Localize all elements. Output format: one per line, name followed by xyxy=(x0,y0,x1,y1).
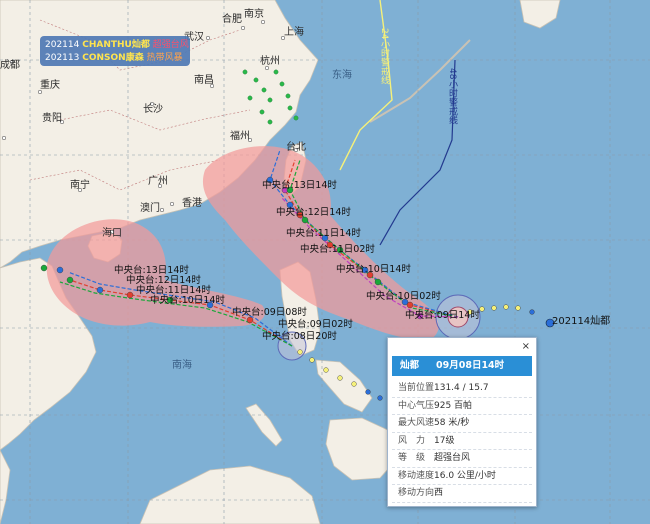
popup-row-key: 等 级 xyxy=(398,453,426,463)
city-taibei: 台北 xyxy=(286,140,306,153)
popup-header: 灿都 09月08日14时 xyxy=(392,356,532,376)
japan-land xyxy=(519,0,561,29)
visayas-islands xyxy=(315,359,373,413)
fc-label-3: 中央台:11日14时 xyxy=(286,227,361,239)
popup-detail-list: 当前位置 131.4 / 15.7 中心气压 925 百帕 最大风速 58 米/秒 风… xyxy=(392,380,532,503)
popup-typhoon-name: 灿都 xyxy=(400,360,420,371)
legend-name-conson: CONSON康森 xyxy=(82,53,144,63)
storm-tag-chanthu[interactable]: 202114灿都 xyxy=(552,312,610,327)
chanthu-past-track xyxy=(467,304,555,328)
popup-row-value: 925 百帕 xyxy=(434,400,473,411)
popup-row-key: 中心气压 xyxy=(398,400,435,411)
fc-label-2: 中央台:12日14时 xyxy=(276,206,351,218)
popup-row-key: 当前位置 xyxy=(398,383,435,393)
legend-id-conson: 202113 xyxy=(45,53,80,63)
fc-label-9: 中央台:08日20时 xyxy=(262,330,337,342)
typhoon-map[interactable]: 合肥 南京 上海 武汉 成都 杭州 南昌 重庆 长沙 贵阳 福州 台北 广州 南… xyxy=(0,0,650,524)
city-nanchang: 南昌 xyxy=(194,73,214,86)
city-nanning: 南宁 xyxy=(70,178,90,191)
popup-row-value: 超强台风 xyxy=(434,453,471,463)
fc-label-5: 中央台:10日14时 xyxy=(336,263,411,275)
popup-row: 风 力 17级 xyxy=(392,433,532,450)
city-aomen: 澳门 xyxy=(140,201,160,214)
legend-level-chanthu: 超强台风 xyxy=(152,40,189,50)
typhoon-info-popup: × 灿都 09月08日14时 当前位置 131.4 / 15.7 中心气压 925 … xyxy=(387,337,537,507)
legend-row-conson[interactable]: 202113 CONSON康森 热带风暴 xyxy=(45,52,185,65)
warning-line-24h xyxy=(339,0,393,171)
fc-label-8: 中央台:09日02时 xyxy=(278,318,353,330)
city-chengdu: 成都 xyxy=(0,59,20,71)
popup-row: 中心气压 925 百帕 xyxy=(392,398,532,415)
fc-label-7: 中央台:09日14时 xyxy=(405,309,480,321)
city-shanghai: 上海 xyxy=(284,25,304,38)
close-icon[interactable]: × xyxy=(522,341,530,352)
fc-label-4: 中央台:11日02时 xyxy=(300,243,375,255)
sea-donghai: 东海 xyxy=(332,68,352,81)
popup-row: 当前位置 131.4 / 15.7 xyxy=(392,380,532,398)
city-haikou: 海口 xyxy=(102,226,122,239)
fc-label-14: 中央台:10日14时 xyxy=(150,294,225,306)
fc-label-10: 中央台:09日08时 xyxy=(232,306,307,318)
popup-row-value: 西 xyxy=(434,488,444,498)
city-xianggang: 香港 xyxy=(182,197,202,209)
popup-row-value: 58 米/秒 xyxy=(434,418,470,428)
city-chongqing: 重庆 xyxy=(40,78,60,91)
popup-row-key: 移动方向 xyxy=(398,488,435,498)
warning-label-48h: 48小时警戒线 xyxy=(447,68,458,124)
popup-row-value: 131.4 / 15.7 xyxy=(434,383,489,393)
legend-level-conson: 热带风暴 xyxy=(146,53,183,63)
city-nanjing: 南京 xyxy=(244,7,264,20)
city-guangzhou: 广州 xyxy=(148,175,168,187)
fc-label-6: 中央台:10日02时 xyxy=(366,290,441,302)
popup-row: 等 级超强台风 xyxy=(392,450,532,468)
legend-name-chanthu: CHANTHU灿都 xyxy=(82,40,150,50)
map-canvas[interactable]: 合肥 南京 上海 武汉 成都 杭州 南昌 重庆 长沙 贵阳 福州 台北 广州 南… xyxy=(0,0,650,524)
legend-id-chanthu: 202114 xyxy=(45,40,80,50)
warning-label-24h: 24小时警戒线 xyxy=(379,28,390,84)
city-kunming: 昆明 xyxy=(0,131,20,143)
city-hefei: 合肥 xyxy=(222,12,242,25)
gulf-coast xyxy=(0,449,11,524)
palawan-island xyxy=(245,403,283,447)
popup-row: 最大风速 58 米/秒 xyxy=(392,415,532,433)
popup-row-value: 16.0 公里/小时 xyxy=(434,470,496,481)
city-fuzhou: 福州 xyxy=(230,129,250,142)
popup-time: 09月08日14时 xyxy=(436,360,505,371)
popup-row-key: 风 力 xyxy=(398,435,426,446)
fc-label-1: 中央台:13日14时 xyxy=(262,179,337,191)
sea-nanhai: 南海 xyxy=(172,358,192,371)
popup-row: 移动方向西 xyxy=(392,485,532,503)
popup-row-key: 移动速度 xyxy=(398,470,435,481)
storm-legend[interactable]: 202114 CHANTHU灿都 超强台风 202113 CONSON康森 热带… xyxy=(40,36,190,66)
popup-row-key: 最大风速 xyxy=(398,418,435,428)
popup-row-value: 17级 xyxy=(434,435,455,446)
popup-row: 移动速度 16.0 公里/小时 xyxy=(392,468,532,485)
legend-row-chanthu[interactable]: 202114 CHANTHU灿都 超强台风 xyxy=(45,39,189,52)
city-hangzhou: 杭州 xyxy=(260,54,280,67)
borneo-land xyxy=(139,465,321,524)
city-changsha: 长沙 xyxy=(143,103,163,115)
city-guiyang: 贵阳 xyxy=(42,111,62,124)
